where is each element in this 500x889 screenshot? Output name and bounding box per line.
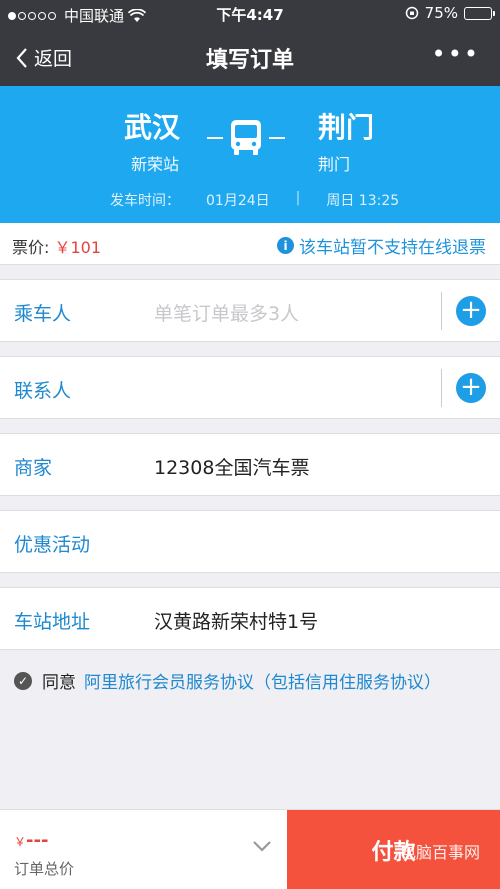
merchant-row: 商家 12308全国汽车票 — [0, 433, 500, 496]
passenger-input[interactable]: 单笔订单最多3人 — [154, 299, 299, 326]
add-contact-button[interactable]: + — [456, 373, 486, 403]
agreement-link[interactable]: 阿里旅行会员服务协议（包括信用住服务协议） — [84, 668, 441, 693]
to-city: 荆门 — [318, 111, 375, 144]
merchant-value: 12308全国汽车票 — [154, 457, 310, 479]
refund-note[interactable]: i 该车站暂不支持在线退票 — [277, 233, 486, 258]
departure-day-time: 周日 13:25 — [326, 193, 400, 209]
status-bar: 中国联通 下午4:47 75% — [0, 0, 500, 28]
total-amount: ￥--- — [14, 830, 48, 851]
currency-symbol: ￥ — [14, 835, 27, 849]
from-city: 武汉 — [124, 111, 181, 144]
route-connector — [207, 118, 285, 158]
departure-label: 发车时间： — [110, 193, 180, 209]
station-address-value: 汉黄路新荣村特1号 — [154, 611, 319, 633]
total-label: 订单总价 — [14, 860, 75, 878]
promotion-row[interactable]: 优惠活动 — [0, 510, 500, 573]
dash-left — [207, 137, 223, 139]
rotation-lock-icon — [405, 6, 418, 20]
total-value: --- — [26, 830, 49, 851]
passenger-label: 乘车人 — [14, 303, 72, 325]
station-address-label: 车站地址 — [14, 611, 91, 633]
bus-icon — [231, 120, 261, 155]
passenger-row[interactable]: 乘车人 单笔订单最多3人 + — [0, 279, 500, 342]
contact-row[interactable]: 联系人 + — [0, 356, 500, 419]
agreement-row: ✓ 同意 阿里旅行会员服务协议（包括信用住服务协议） — [14, 668, 441, 693]
divider — [441, 369, 442, 407]
page-title: 填写订单 — [205, 48, 294, 73]
from-station: 新荣站 — [131, 155, 180, 174]
price-label: 票价: — [12, 238, 55, 257]
dash-right — [269, 137, 285, 139]
contact-label: 联系人 — [14, 380, 72, 402]
promotion-label: 优惠活动 — [14, 534, 91, 556]
station-address-row: 车站地址 汉黄路新荣村特1号 — [0, 587, 500, 650]
route-header: 武汉 新荣站 荆门 荆门 发车时间： 01月24日 | 周日 13:25 — [0, 86, 500, 223]
battery-info: 75% — [405, 4, 495, 22]
add-passenger-button[interactable]: + — [456, 296, 486, 326]
refund-note-text: 该车站暂不支持在线退票 — [299, 238, 486, 258]
nav-bar: 返回 填写订单 ••• — [0, 28, 500, 86]
departure-date: 01月24日 — [206, 193, 270, 209]
battery-percent: 75% — [424, 4, 458, 22]
merchant-label: 商家 — [14, 457, 53, 479]
check-icon[interactable]: ✓ — [14, 671, 32, 690]
price-value: ￥101 — [54, 238, 102, 257]
price-row: 票价: ￥101 i 该车站暂不支持在线退票 — [0, 223, 500, 265]
divider — [441, 292, 442, 330]
watermark: 电脑百事网 — [399, 843, 480, 862]
more-icon[interactable]: ••• — [432, 40, 480, 68]
info-icon: i — [277, 237, 294, 254]
departure-divider: | — [295, 190, 301, 206]
battery-icon — [464, 6, 495, 20]
to-station: 荆门 — [318, 155, 351, 174]
price-info: 票价: ￥101 — [12, 234, 101, 258]
agreement-prefix: 同意 — [42, 673, 76, 693]
chevron-down-icon[interactable] — [252, 840, 272, 852]
departure-info: 发车时间： 01月24日 | 周日 13:25 — [110, 190, 399, 210]
